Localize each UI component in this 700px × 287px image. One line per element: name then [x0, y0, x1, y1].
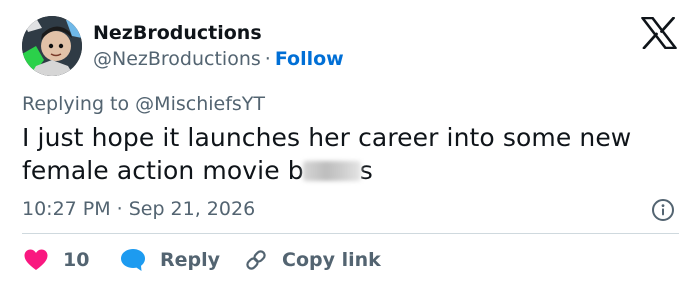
tweet-time: 10:27 PM [22, 198, 111, 220]
time-separator: · [116, 198, 123, 220]
censor-blur [302, 161, 361, 181]
replying-to-handle[interactable]: @MischiefsYT [135, 93, 265, 115]
avatar-image [22, 16, 82, 76]
handle-row: @NezBroductions · Follow [93, 48, 344, 70]
like-button[interactable]: 10 [24, 246, 89, 274]
tweet-text-end: s [359, 156, 373, 185]
copy-link-label: Copy link [282, 249, 381, 271]
link-icon [246, 250, 266, 270]
reply-button[interactable]: Reply [120, 246, 220, 274]
like-count: 10 [63, 249, 90, 271]
x-logo-icon[interactable] [641, 16, 677, 50]
divider [22, 233, 679, 234]
copy-link-button[interactable]: Copy link [244, 246, 381, 274]
reply-label: Reply [160, 249, 221, 271]
speech-bubble-icon [121, 249, 145, 271]
heart-icon [24, 249, 48, 270]
separator-dot: · [264, 48, 271, 70]
info-icon[interactable] [651, 198, 675, 222]
timestamp[interactable]: 10:27 PM · Sep 21, 2026 [22, 198, 255, 220]
display-name[interactable]: NezBroductions [93, 22, 262, 44]
replying-to: Replying to @MischiefsYT [22, 93, 265, 115]
tweet-text: I just hope it launches her career into … [22, 121, 672, 187]
tweet-date: Sep 21, 2026 [128, 198, 256, 220]
replying-to-label: Replying to [22, 93, 130, 115]
user-handle[interactable]: @NezBroductions [93, 48, 261, 70]
follow-button[interactable]: Follow [275, 48, 344, 70]
avatar[interactable] [22, 16, 82, 76]
